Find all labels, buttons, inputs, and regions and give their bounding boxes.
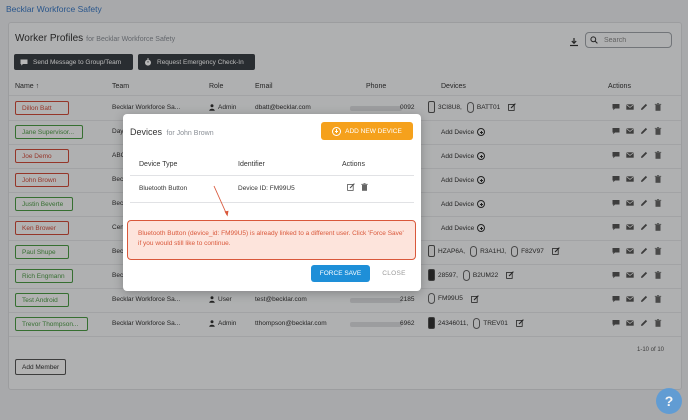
close-button[interactable]: CLOSE	[379, 265, 409, 282]
annotation-arrow	[213, 185, 229, 217]
help-button[interactable]: ?	[656, 388, 682, 414]
force-save-button[interactable]: FORCE SAVE	[311, 265, 370, 282]
duplicate-device-alert: Bluetooth Button (device_id: FM99U5) is …	[127, 220, 416, 260]
devices-modal: Devices for John Brown ADD NEW DEVICE De…	[123, 114, 421, 291]
